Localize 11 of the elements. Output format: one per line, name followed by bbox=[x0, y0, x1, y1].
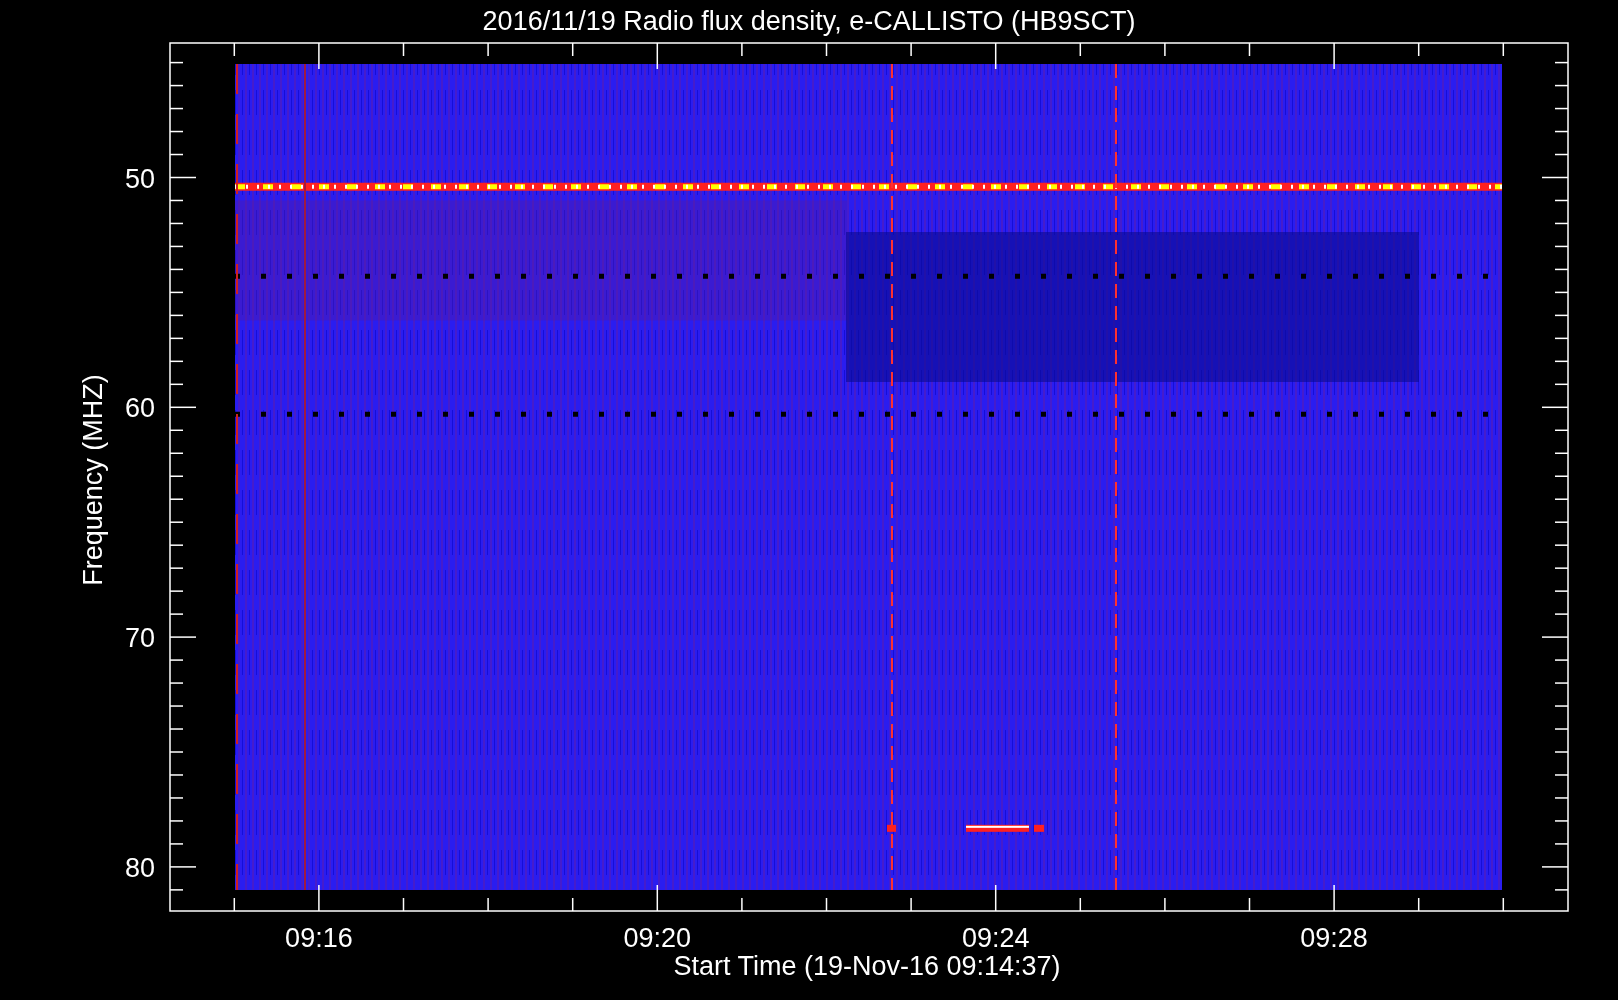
chart-title: 2016/11/19 Radio flux density, e-CALLISTO (HB9SCT) bbox=[482, 6, 1136, 36]
tick-label: 09:28 bbox=[1300, 923, 1368, 953]
tick-label: 50 bbox=[124, 163, 155, 194]
tick-label: 70 bbox=[124, 623, 155, 654]
tick-label: 09:24 bbox=[961, 923, 1030, 953]
y-axis-title: Frequency (MHZ) bbox=[78, 374, 108, 586]
tick-label: 09:16 bbox=[285, 923, 353, 953]
tick-label: 60 bbox=[124, 393, 155, 424]
tick-label: 09:20 bbox=[623, 923, 692, 953]
tick-label: 80 bbox=[124, 852, 155, 883]
x-axis-title: Start Time (19-Nov-16 09:14:37) bbox=[673, 951, 1061, 981]
